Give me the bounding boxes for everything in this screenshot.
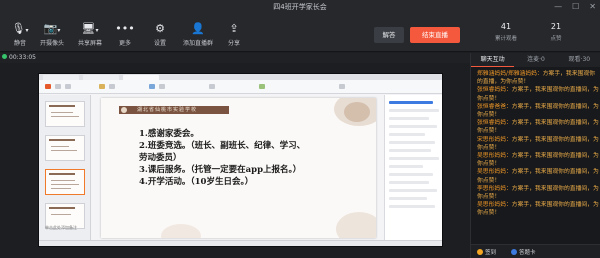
- slide-content: 1.感谢家委会。 2.班委竞选。（班长、副班长、纪律、学习、 劳动委员） 3.课…: [139, 128, 305, 188]
- answer-card-icon: [511, 249, 517, 255]
- camera-label: 开摄像头: [39, 40, 64, 47]
- total-viewers-caption: 累计观看: [494, 36, 517, 42]
- total-viewers-stat: 41 累计观看: [486, 22, 526, 42]
- shared-app-statusbar: [39, 240, 442, 246]
- title-bar: 四4班开学家长会 — ☐ ✕: [0, 0, 600, 16]
- likes-count: 21: [550, 22, 562, 31]
- shared-app-ribbon: [39, 80, 442, 94]
- sign-in-button[interactable]: 签到: [477, 248, 496, 256]
- sidebar-tabs: 聊天互动 连麦·0 观看·30: [471, 53, 600, 67]
- chat-message: 吴思彤妈妈：方案手，我来围观你的直播间，为你点赞！: [477, 153, 599, 168]
- school-emblem-icon: [121, 107, 127, 113]
- status-bar: 00:33:05: [0, 53, 470, 63]
- total-viewers-count: 41: [500, 22, 512, 31]
- more-label: 更多: [118, 40, 131, 47]
- minimize-icon[interactable]: —: [554, 2, 562, 11]
- sidebar-footer: 签到 答题卡: [471, 244, 600, 258]
- camera-button[interactable]: 📷▾ 开摄像头: [34, 21, 70, 47]
- slide-line: 劳动委员）: [139, 153, 182, 163]
- camera-icon: 📷▾: [43, 22, 61, 35]
- gear-icon: ⚙: [155, 22, 165, 35]
- slide-line: 4.开学活动。（10岁生日会。）: [139, 177, 254, 187]
- chat-message: 张恒睿爸爸：方案手，我来围观你的直播间，为你点赞！: [477, 103, 599, 119]
- notes-placeholder[interactable]: 单击此处添加备注: [45, 225, 77, 231]
- chat-message: 郑雅涵妈妈/郑雅涵妈妈：方案手，我来围观你的直播，为你点赞！: [477, 71, 595, 86]
- live-dot-icon: [2, 54, 7, 59]
- share-label: 分享: [227, 40, 240, 47]
- slide-thumbnail[interactable]: [45, 101, 85, 127]
- mute-label: 静音: [13, 40, 26, 47]
- chat-sidebar: 聊天互动 连麦·0 观看·30 郑雅涵妈妈/郑雅涵妈妈：方案手，我来围观你的直播…: [470, 53, 600, 258]
- share-button[interactable]: ⇪ 分享: [216, 21, 252, 47]
- window-title: 四4班开学家长会: [273, 3, 327, 11]
- likes-caption: 点赞: [550, 36, 562, 42]
- monitor-icon: 🖥▾: [81, 22, 99, 35]
- add-live-group-label: 添加直播群: [182, 40, 213, 47]
- answer-card-button[interactable]: 答题卡: [511, 248, 536, 256]
- slide-line: 2.班委竞选。（班长、副班长、纪律、学习、: [139, 141, 306, 151]
- add-live-group-button[interactable]: 👤 添加直播群: [180, 21, 216, 47]
- settings-button[interactable]: ⚙ 设置: [142, 21, 178, 47]
- answer-button[interactable]: 解答: [374, 27, 404, 43]
- microphone-icon: 🎙▾: [11, 22, 29, 35]
- chat-messages: 郑雅涵妈妈/郑雅涵妈妈：方案手，我来围观你的直播，为你点赞！ 张恒睿妈妈：方案手…: [477, 70, 599, 218]
- chat-message: 吴思彤妈妈：方案手，我来围观你的直播间，为你点赞！: [477, 202, 599, 217]
- chat-message: 宋思彤妈妈：方案手，我来围观你的直播间，为你点赞！: [477, 136, 599, 151]
- slide-thumbnails: [39, 95, 91, 240]
- video-stage: 单击此处添加备注 湖北省仙桃市实验学校 1.感谢家委会。 2.班委竞选。（班长、…: [0, 63, 470, 258]
- chat-message: 吴思彤妈妈：方案手，我来围观你的直播间，为你点赞！: [477, 169, 599, 184]
- add-user-icon: 👤: [191, 22, 205, 35]
- share-screen-label: 共享屏幕: [77, 40, 102, 47]
- tab-mic-link[interactable]: 连麦·0: [514, 53, 557, 67]
- school-banner: 湖北省仙桃市实验学校: [119, 106, 229, 114]
- likes-stat: 21 点赞: [536, 22, 576, 42]
- sign-in-icon: [477, 249, 483, 255]
- school-banner-text: 湖北省仙桃市实验学校: [137, 107, 198, 113]
- live-timer: 00:33:05: [2, 54, 36, 61]
- chat-message: 张恒睿妈妈：方案手，我来围观你的直播间，为你点赞！: [477, 87, 599, 102]
- shared-screen: 单击此处添加备注 湖北省仙桃市实验学校 1.感谢家委会。 2.班委竞选。（班长、…: [38, 73, 443, 247]
- slide-line: 3.课后服务。（托管一定要在app上报名。）: [139, 165, 302, 175]
- settings-label: 设置: [153, 40, 166, 47]
- window-controls: — ☐ ✕: [554, 2, 596, 11]
- maximize-icon[interactable]: ☐: [572, 2, 579, 11]
- slide-thumbnail-selected[interactable]: [45, 169, 85, 195]
- end-live-button[interactable]: 结束直播: [410, 27, 460, 43]
- tab-viewers[interactable]: 观看·30: [558, 53, 600, 67]
- slide-thumbnail[interactable]: [45, 135, 85, 161]
- share-icon: ⇪: [229, 22, 239, 35]
- chat-message: 李思彤妈妈：方案手，我来围观你的直播间，为你点赞！: [477, 185, 599, 201]
- share-screen-button[interactable]: 🖥▾ 共享屏幕: [72, 21, 108, 47]
- more-icon: •••: [115, 22, 135, 35]
- chat-message: 张恒睿妈妈：方案手，我来围观你的直播间，为你点赞！: [477, 120, 599, 135]
- slide-line: 1.感谢家委会。: [139, 129, 199, 139]
- presentation-slide: 湖北省仙桃市实验学校 1.感谢家委会。 2.班委竞选。（班长、副班长、纪律、学习…: [101, 98, 376, 238]
- shared-app-side-pane: [384, 95, 442, 240]
- mute-button[interactable]: 🎙▾ 静音: [2, 21, 38, 47]
- tab-chat[interactable]: 聊天互动: [471, 53, 515, 67]
- more-button[interactable]: ••• 更多: [107, 21, 143, 47]
- close-icon[interactable]: ✕: [589, 2, 596, 11]
